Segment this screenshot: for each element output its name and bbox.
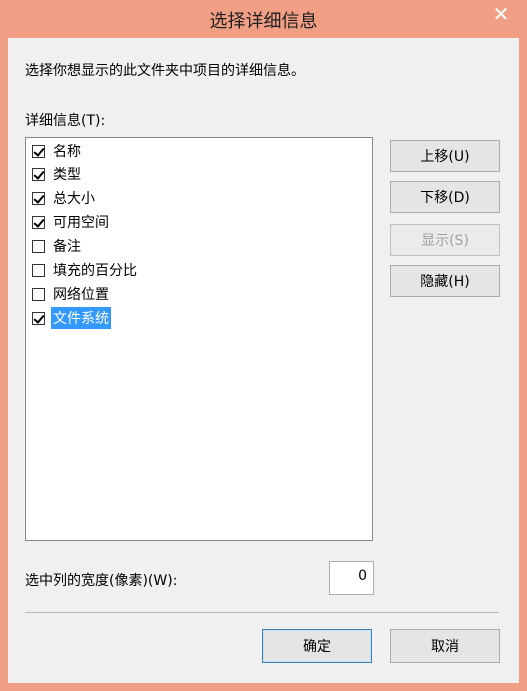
- item-label: 类型: [53, 167, 81, 183]
- checkbox-icon[interactable]: [32, 239, 45, 253]
- title-bar[interactable]: 选择详细信息 ✕: [0, 0, 527, 38]
- checkbox-icon[interactable]: [32, 311, 45, 325]
- dialog-title: 选择详细信息: [209, 11, 318, 32]
- list-item-free-space[interactable]: 可用空间: [32, 211, 111, 233]
- list-item-comments[interactable]: 备注: [32, 235, 83, 257]
- details-list-label: 详细信息(T):: [25, 113, 106, 129]
- show-button[interactable]: 显示(S): [390, 224, 500, 256]
- list-item-name[interactable]: 名称: [32, 140, 83, 162]
- checkbox-icon[interactable]: [32, 215, 45, 229]
- list-item-total-size[interactable]: 总大小: [32, 187, 97, 209]
- hide-button[interactable]: 隐藏(H): [390, 265, 500, 297]
- checkbox-icon[interactable]: [32, 263, 45, 277]
- ok-button[interactable]: 确定: [262, 629, 372, 663]
- column-width-label: 选中列的宽度(像素)(W):: [25, 573, 178, 589]
- list-item-network-location[interactable]: 网络位置: [32, 283, 111, 305]
- dialog-window: 选择详细信息 ✕ 选择你想显示的此文件夹中项目的详细信息。 详细信息(T): 名…: [0, 0, 527, 691]
- cancel-button[interactable]: 取消: [390, 629, 500, 663]
- column-width-input[interactable]: 0: [329, 561, 374, 595]
- details-listbox[interactable]: 名称 类型 总大小 可用空间 备注 填充的百分比 网络位置 文件系统: [25, 137, 373, 541]
- item-label: 总大小: [53, 191, 95, 207]
- checkbox-icon[interactable]: [32, 287, 45, 301]
- move-down-button[interactable]: 下移(D): [390, 181, 500, 213]
- checkbox-icon[interactable]: [32, 144, 45, 158]
- item-label: 备注: [53, 239, 81, 255]
- item-label: 文件系统: [51, 307, 111, 329]
- divider: [25, 612, 499, 613]
- item-label: 填充的百分比: [53, 263, 137, 279]
- list-item-file-system[interactable]: 文件系统: [32, 307, 111, 329]
- description-text: 选择你想显示的此文件夹中项目的详细信息。: [25, 63, 305, 79]
- checkbox-icon[interactable]: [32, 167, 45, 181]
- list-item-percent-full[interactable]: 填充的百分比: [32, 259, 139, 281]
- close-button[interactable]: ✕: [484, 2, 518, 26]
- checkbox-icon[interactable]: [32, 191, 45, 205]
- item-label: 名称: [53, 144, 81, 160]
- item-label: 可用空间: [53, 215, 109, 231]
- close-icon: ✕: [492, 2, 510, 26]
- dialog-body: 选择你想显示的此文件夹中项目的详细信息。 详细信息(T): 名称 类型 总大小 …: [8, 38, 519, 683]
- item-label: 网络位置: [53, 287, 109, 303]
- list-item-type[interactable]: 类型: [32, 163, 83, 185]
- move-up-button[interactable]: 上移(U): [390, 140, 500, 172]
